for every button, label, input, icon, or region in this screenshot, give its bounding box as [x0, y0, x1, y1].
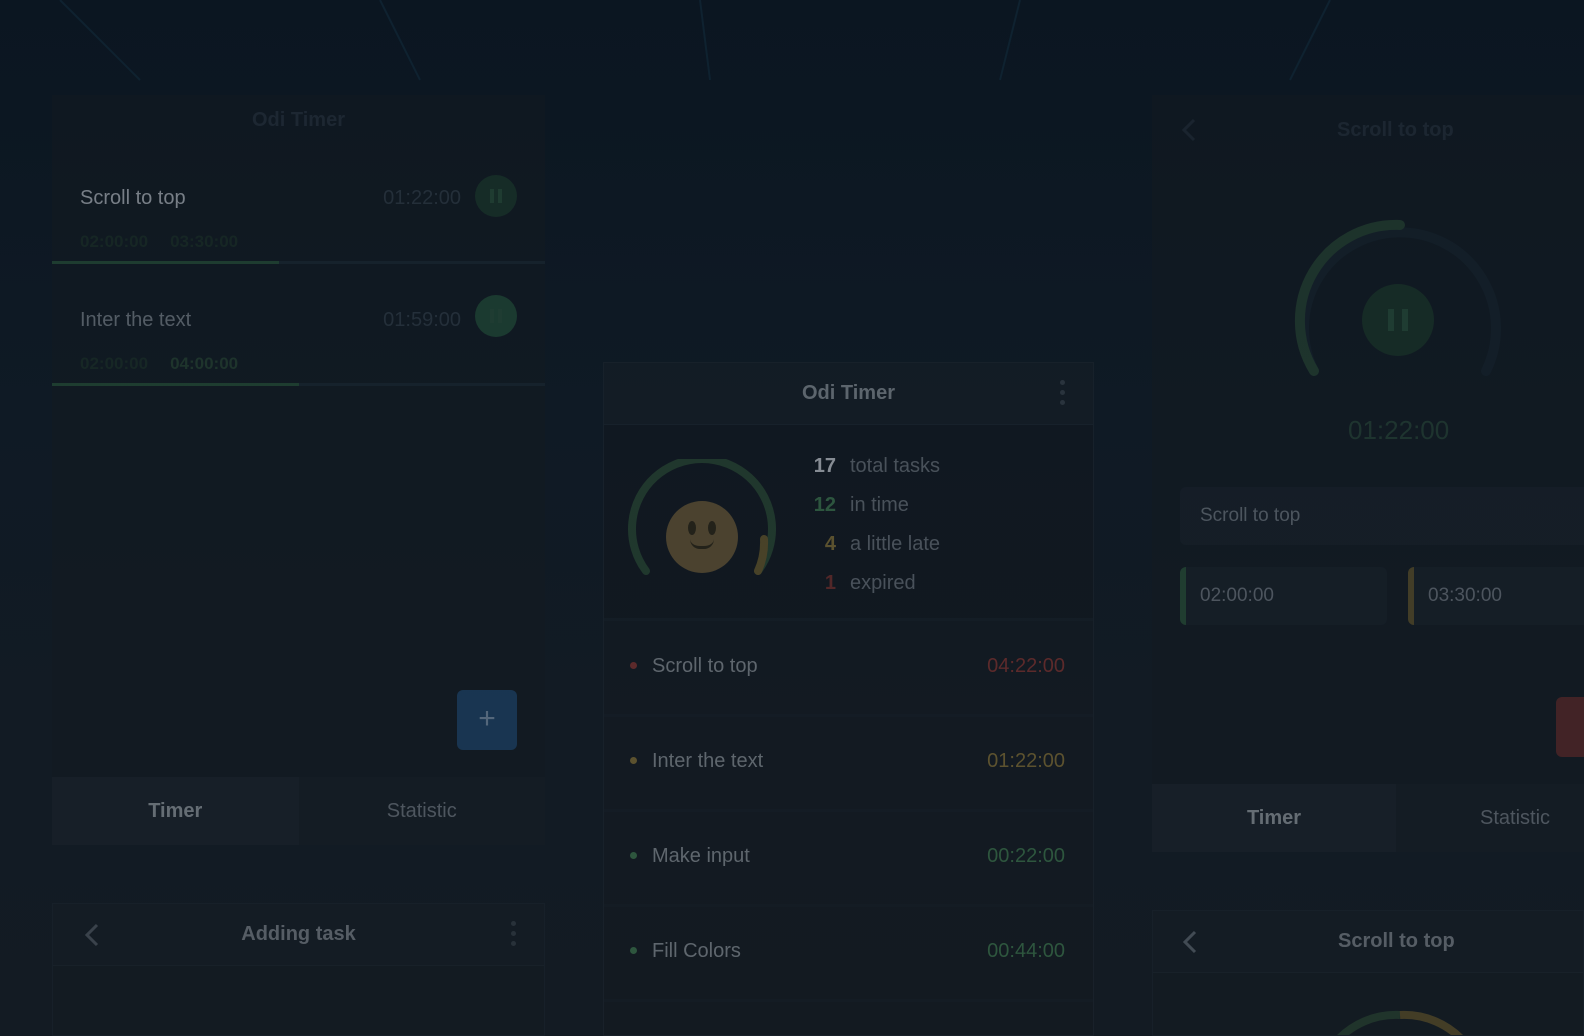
task-row[interactable]: Scroll to top 01:22:00 02:00:00 03:30:00	[52, 165, 545, 287]
stats-summary: 17 total tasks 12 in time 4 a little late 1…	[604, 425, 1093, 621]
tab-timer[interactable]: Timer	[52, 777, 299, 845]
more-icon[interactable]	[1060, 380, 1066, 408]
tab-bar: Timer Statistic	[52, 777, 545, 845]
list-item-time: 00:22:00	[987, 845, 1065, 867]
smiley-icon	[666, 501, 738, 573]
task-end: 04:00:00	[170, 354, 239, 373]
stat-label: in time	[850, 494, 909, 516]
task-progress	[52, 383, 545, 386]
list-item-name: Scroll to top	[652, 655, 758, 677]
stat-count: 17	[813, 455, 836, 477]
task-name: Inter the text	[80, 309, 192, 331]
task-start: 02:00:00	[80, 354, 149, 373]
task-start: 02:00:00	[80, 232, 149, 251]
task-elapsed: 01:59:00	[383, 309, 461, 331]
stat-late: 4 a little late	[800, 533, 940, 556]
stat-count: 4	[824, 533, 836, 555]
stat-count: 12	[813, 494, 836, 516]
status-dot	[630, 662, 637, 669]
stat-total: 17 total tasks	[800, 455, 940, 478]
list-item-name: Make input	[652, 845, 750, 867]
status-dot	[630, 852, 637, 859]
end-time-input[interactable]: 03:30:00	[1408, 567, 1584, 625]
stat-label: expired	[850, 572, 916, 594]
task-times: 02:00:00 04:00:00	[80, 354, 260, 374]
list-item[interactable]: Scroll to top 04:22:00	[604, 622, 1093, 717]
tab-statistic[interactable]: Statistic	[299, 777, 546, 845]
panel-title: Adding task	[241, 923, 356, 945]
start-time-input[interactable]: 02:00:00	[1180, 567, 1387, 625]
list-item[interactable]: Inter the text 01:22:00	[604, 717, 1093, 812]
more-icon[interactable]	[511, 921, 517, 949]
list-item[interactable]: Make input 00:22:00	[604, 812, 1093, 907]
task-end: 03:30:00	[170, 232, 239, 251]
task-elapsed: 01:22:00	[383, 187, 461, 209]
adding-task-panel: Adding task	[52, 903, 545, 1036]
list-item-time: 04:22:00	[987, 655, 1065, 677]
list-item-name: Fill Colors	[652, 940, 741, 962]
pause-icon[interactable]	[475, 295, 517, 337]
task-name-input[interactable]: Scroll to top	[1180, 487, 1584, 545]
panel-title: Odi Timer	[802, 382, 895, 404]
panel-header: Odi Timer	[604, 363, 1093, 425]
pause-icon[interactable]	[475, 175, 517, 217]
task-detail-panel: Scroll to top 01:22:00 Scroll to top 02:…	[1152, 95, 1584, 852]
app-title: Odi Timer	[252, 109, 345, 131]
panel-header: Scroll to top	[1153, 911, 1583, 973]
timer-list-panel: Odi Timer Scroll to top 01:22:00 02:00:0…	[52, 95, 545, 845]
stat-label: a little late	[850, 533, 941, 555]
back-icon[interactable]	[1180, 117, 1200, 143]
task-name: Scroll to top	[80, 187, 186, 209]
task-row[interactable]: Inter the text 01:59:00 02:00:00 04:00:00	[52, 287, 545, 409]
tab-bar: Timer Statistic	[1152, 784, 1584, 852]
stat-expired: 1 expired	[800, 572, 916, 595]
add-task-button[interactable]: +	[457, 690, 517, 750]
timer-gauge	[1337, 1010, 1463, 1035]
list-item-name: Inter the text	[652, 750, 764, 772]
list-item-time: 01:22:00	[987, 750, 1065, 772]
panel-header: Adding task	[53, 904, 544, 966]
statistic-panel: Odi Timer 17 total tasks 12 in time 4 a lit…	[603, 362, 1094, 1036]
list-item-time: 00:44:00	[987, 940, 1065, 962]
task-detail-panel-peek: Scroll to top	[1152, 910, 1584, 1036]
pause-icon[interactable]	[1362, 284, 1434, 356]
stat-in-time: 12 in time	[800, 494, 909, 517]
list-item[interactable]: Fill Colors 00:44:00	[604, 907, 1093, 1002]
tab-timer[interactable]: Timer	[1152, 784, 1396, 852]
task-progress-fill	[52, 383, 299, 386]
status-dot	[630, 757, 637, 764]
stat-label: total tasks	[850, 455, 941, 477]
task-times: 02:00:00 03:30:00	[80, 232, 260, 252]
timer-value: 01:22:00	[1348, 415, 1450, 445]
stat-count: 1	[824, 572, 836, 594]
task-progress-fill	[52, 261, 279, 264]
delete-button[interactable]	[1556, 697, 1584, 757]
panel-title: Scroll to top	[1338, 930, 1455, 952]
task-progress	[52, 261, 545, 264]
panel-title: Scroll to top	[1337, 119, 1454, 141]
back-icon[interactable]	[1181, 930, 1201, 954]
status-dot	[630, 947, 637, 954]
tab-statistic[interactable]: Statistic	[1396, 784, 1584, 852]
